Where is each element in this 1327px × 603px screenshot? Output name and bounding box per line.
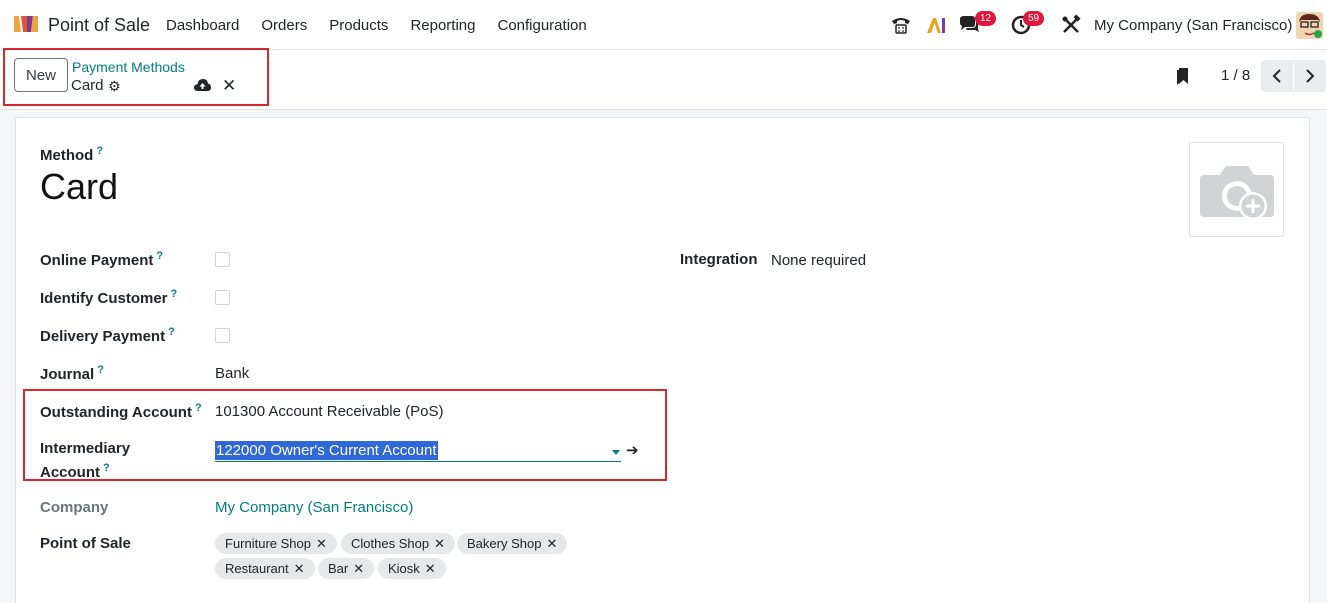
- camera-add-icon: [1200, 166, 1274, 220]
- point-of-sale-label: Point of Sale: [40, 535, 131, 552]
- menu-reporting[interactable]: Reporting: [410, 17, 475, 34]
- method-label: Method?: [40, 145, 104, 164]
- delivery-payment-checkbox[interactable]: [215, 328, 230, 343]
- journal-field[interactable]: Bank: [215, 365, 249, 382]
- remove-tag-icon[interactable]: ✕: [546, 536, 557, 551]
- online-payment-checkbox[interactable]: [215, 252, 230, 267]
- remove-tag-icon[interactable]: ✕: [294, 561, 305, 576]
- identify-customer-checkbox[interactable]: [215, 290, 230, 305]
- integration-label: Integration: [680, 251, 758, 268]
- activities-badge: 59: [1023, 11, 1045, 26]
- pos-tag[interactable]: Bakery Shop ✕: [457, 533, 568, 554]
- menu-orders[interactable]: Orders: [261, 17, 307, 34]
- chevron-left-icon: [1272, 69, 1281, 83]
- remove-tag-icon[interactable]: ✕: [425, 561, 436, 576]
- top-navbar: Point of Sale Dashboard Orders Products …: [0, 0, 1327, 50]
- delivery-payment-label: Delivery Payment?: [40, 326, 175, 345]
- tools-icon[interactable]: [1060, 14, 1082, 36]
- phone-icon[interactable]: [890, 14, 912, 36]
- form-sheet: [15, 117, 1310, 603]
- pager-next-button[interactable]: [1294, 60, 1326, 92]
- ai-icon[interactable]: [925, 14, 947, 36]
- pos-tag[interactable]: Kiosk ✕: [378, 558, 446, 579]
- remove-tag-icon[interactable]: ✕: [353, 561, 364, 576]
- bookmark-icon[interactable]: [1176, 67, 1190, 86]
- pos-app-icon[interactable]: [12, 14, 40, 34]
- app-name[interactable]: Point of Sale: [48, 15, 150, 36]
- pos-tag[interactable]: Restaurant ✕: [215, 558, 315, 579]
- online-payment-label: Online Payment?: [40, 250, 164, 269]
- identify-customer-label: Identify Customer?: [40, 288, 178, 307]
- method-name-field[interactable]: Card: [40, 166, 118, 208]
- messages-badge: 12: [975, 11, 997, 26]
- pos-tag[interactable]: Furniture Shop ✕: [215, 533, 337, 554]
- company-field[interactable]: My Company (San Francisco): [215, 499, 413, 516]
- chevron-right-icon: [1306, 69, 1315, 83]
- image-upload[interactable]: [1189, 142, 1284, 237]
- company-switcher[interactable]: My Company (San Francisco): [1094, 17, 1292, 34]
- main-menu: Dashboard Orders Products Reporting Conf…: [166, 17, 609, 34]
- user-avatar[interactable]: [1296, 12, 1323, 39]
- menu-configuration[interactable]: Configuration: [497, 17, 586, 34]
- breadcrumb-highlight-box: [3, 48, 269, 106]
- pos-tag[interactable]: Clothes Shop ✕: [341, 533, 455, 554]
- pos-tag[interactable]: Bar ✕: [318, 558, 375, 579]
- journal-label: Journal?: [40, 364, 104, 383]
- menu-dashboard[interactable]: Dashboard: [166, 17, 239, 34]
- pager-previous-button[interactable]: [1261, 60, 1293, 92]
- pager-value[interactable]: 1 / 8: [1221, 67, 1250, 84]
- menu-products[interactable]: Products: [329, 17, 388, 34]
- remove-tag-icon[interactable]: ✕: [316, 536, 327, 551]
- company-label: Company: [40, 499, 109, 516]
- remove-tag-icon[interactable]: ✕: [434, 536, 445, 551]
- accounts-highlight-box: [23, 389, 667, 481]
- integration-field: None required: [771, 252, 867, 269]
